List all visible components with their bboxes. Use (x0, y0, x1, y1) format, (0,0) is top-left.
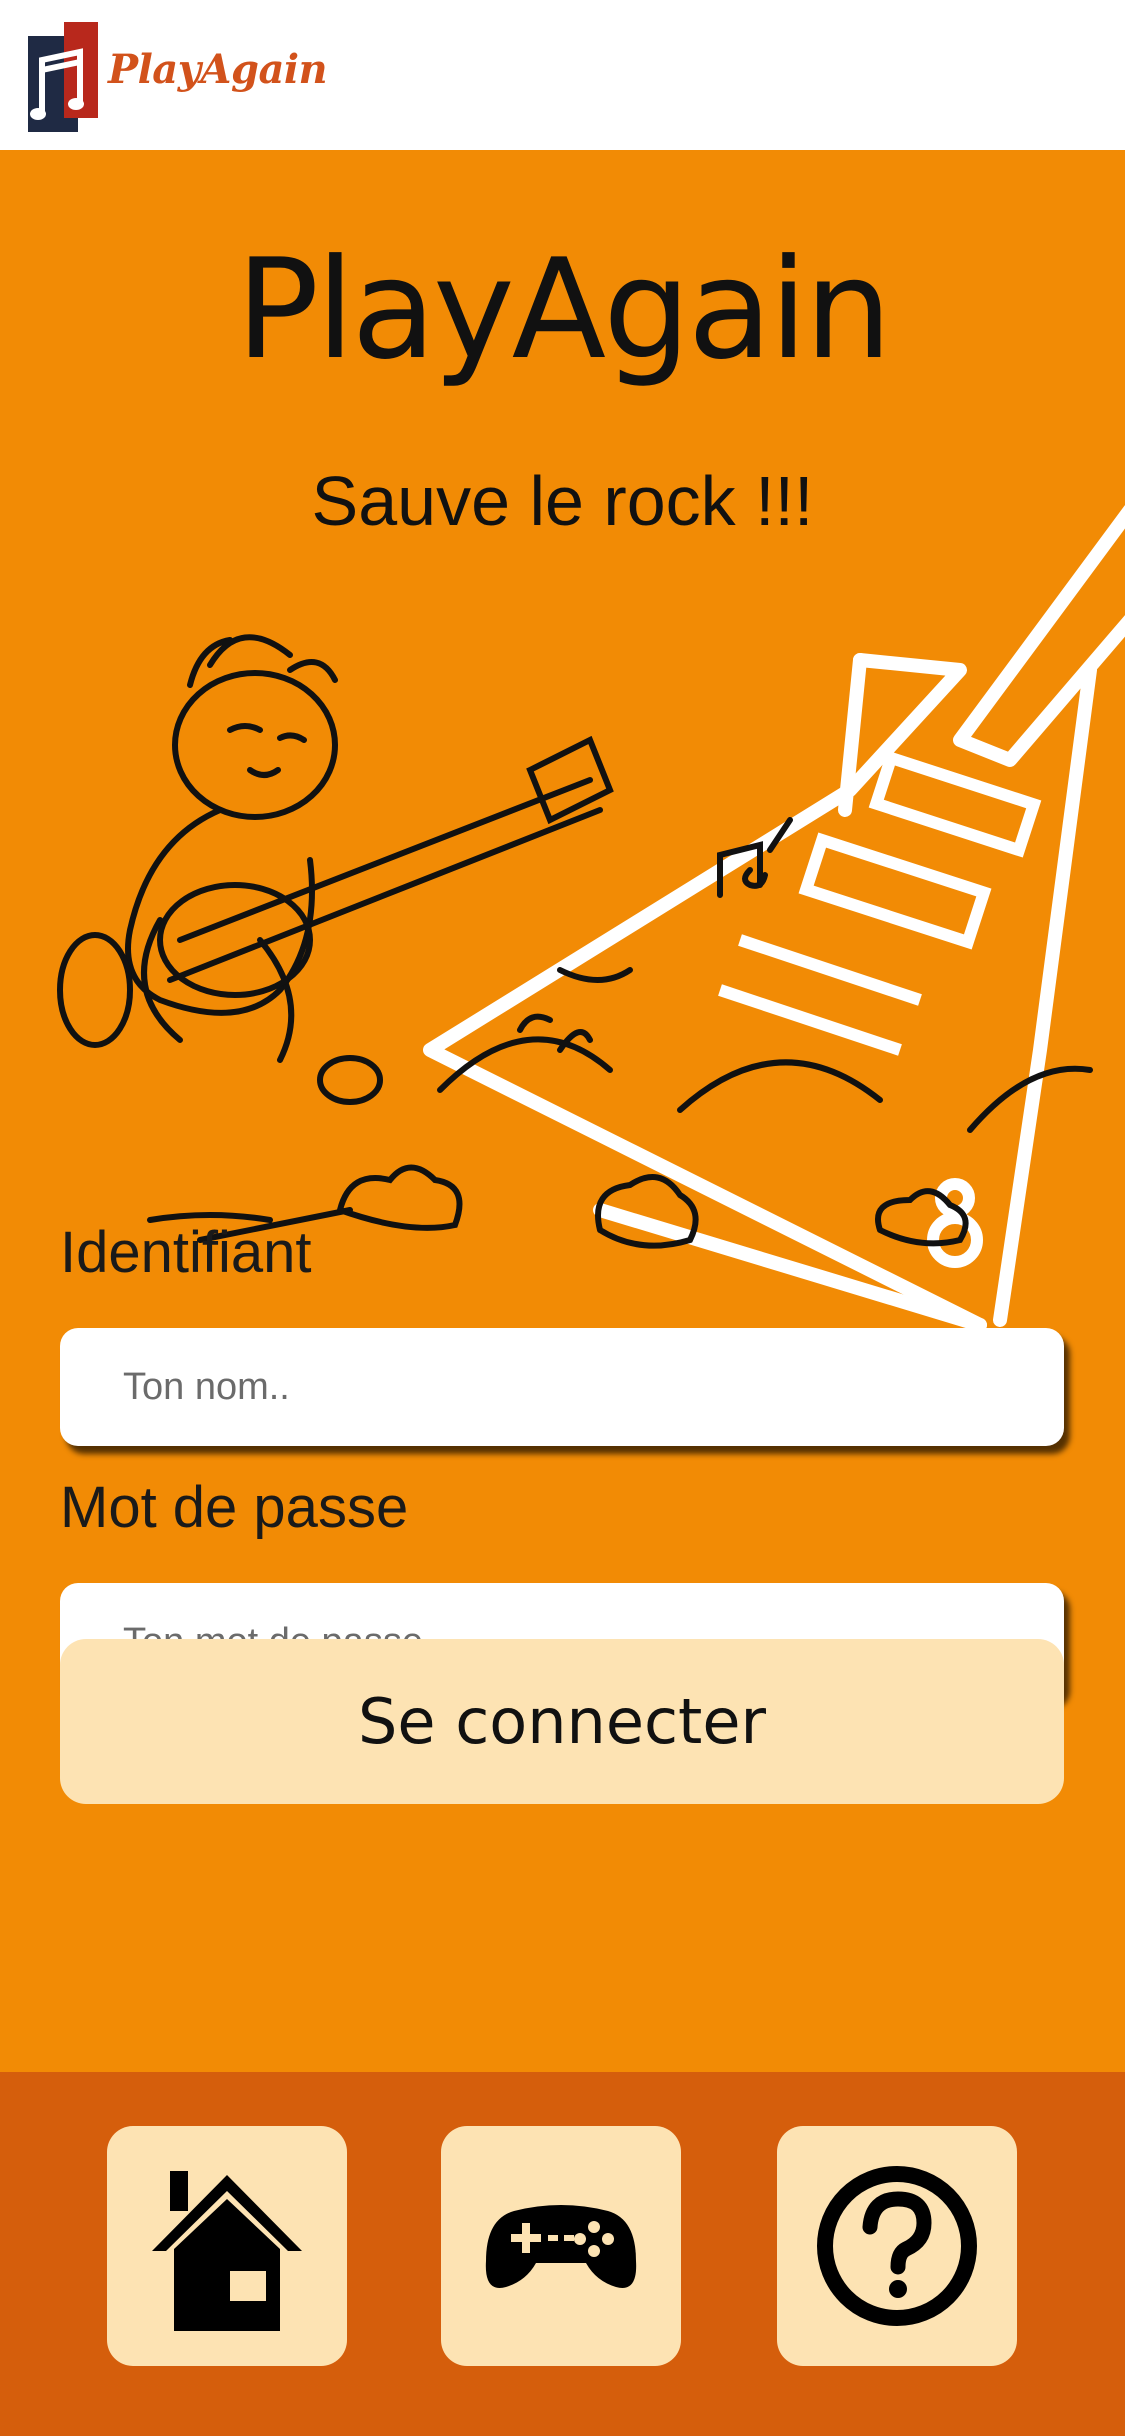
username-field (60, 1328, 1064, 1446)
username-label: Identifiant (60, 1220, 312, 1285)
password-label: Mot de passe (60, 1475, 409, 1540)
home-icon (152, 2171, 302, 2331)
nav-home-button[interactable] (107, 2126, 347, 2366)
app-header: PlayAgain (0, 0, 1125, 150)
nav-games-button[interactable] (441, 2126, 681, 2366)
gamepad-icon (485, 2205, 637, 2288)
nav-help-button[interactable] (777, 2126, 1017, 2366)
tagline: Sauve le rock !!! (311, 462, 814, 540)
login-button[interactable]: Se connecter (60, 1639, 1064, 1804)
logo-text: PlayAgain (108, 46, 328, 93)
app-logo[interactable]: PlayAgain (28, 22, 328, 132)
username-input[interactable] (60, 1328, 1064, 1446)
help-icon (817, 2166, 977, 2326)
bottom-nav (0, 2072, 1125, 2436)
app-title: PlayAgain (235, 229, 892, 390)
music-note-logo-icon (28, 22, 98, 132)
